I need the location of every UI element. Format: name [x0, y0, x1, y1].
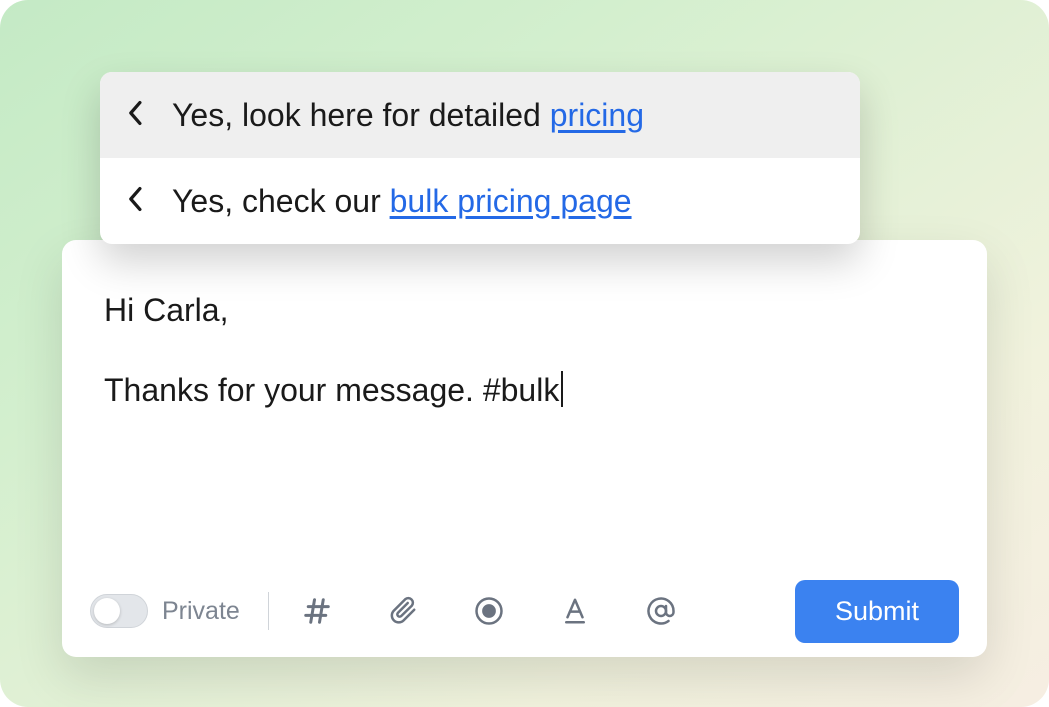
- text-format-icon[interactable]: [551, 587, 599, 635]
- attachment-icon[interactable]: [379, 587, 427, 635]
- composer-toolbar: Private: [62, 565, 987, 657]
- hash-icon[interactable]: [293, 587, 341, 635]
- divider: [268, 592, 269, 630]
- suggestion-item[interactable]: Yes, look here for detailed pricing: [100, 72, 860, 158]
- suggestion-item[interactable]: Yes, check our bulk pricing page: [100, 158, 860, 244]
- suggestion-text: Yes, look here for detailed pricing: [172, 97, 644, 134]
- message-textarea[interactable]: Hi Carla, Thanks for your message. #bulk: [62, 240, 987, 565]
- submit-button[interactable]: Submit: [795, 580, 959, 643]
- text-cursor: [561, 371, 563, 407]
- chevron-left-icon: [128, 97, 144, 134]
- chevron-left-icon: [128, 183, 144, 220]
- suggestion-link[interactable]: pricing: [550, 97, 644, 133]
- toggle-knob: [94, 598, 120, 624]
- suggestion-dropdown: Yes, look here for detailed pricing Yes,…: [100, 72, 860, 244]
- private-toggle-label: Private: [162, 597, 240, 626]
- message-line-1: Hi Carla,: [104, 286, 945, 334]
- private-toggle[interactable]: [90, 594, 148, 628]
- message-line-2: Thanks for your message. #bulk: [104, 366, 945, 414]
- stage: Hi Carla, Thanks for your message. #bulk…: [0, 0, 1049, 707]
- suggestion-link[interactable]: bulk pricing page: [390, 183, 632, 219]
- mention-icon[interactable]: [637, 587, 685, 635]
- suggestion-text: Yes, check our bulk pricing page: [172, 183, 632, 220]
- message-composer: Hi Carla, Thanks for your message. #bulk…: [62, 240, 987, 657]
- private-toggle-group: Private: [90, 594, 240, 628]
- record-icon[interactable]: [465, 587, 513, 635]
